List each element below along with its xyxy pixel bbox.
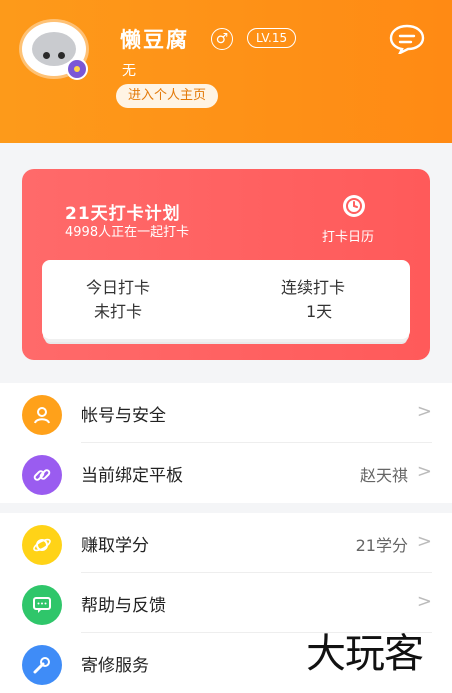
menu-label: 寄修服务	[81, 656, 149, 676]
user-icon	[22, 395, 62, 435]
menu-item-account-security[interactable]: 帐号与安全 >	[0, 383, 452, 443]
checkin-card[interactable]: 21天打卡计划 4998人正在一起打卡 打卡日历 今日打卡 未打卡 连续打卡 1…	[22, 169, 430, 360]
planet-icon	[22, 525, 62, 565]
menu-item-bound-tablet[interactable]: 当前绑定平板 赵天祺 >	[0, 443, 452, 503]
level-badge: LV.15	[247, 28, 297, 48]
link-icon	[22, 455, 62, 495]
checkin-stats-panel: 今日打卡 未打卡 连续打卡 1天	[42, 260, 410, 339]
chevron-right-icon: >	[416, 591, 432, 612]
bound-tablet-name: 赵天祺	[359, 466, 408, 485]
enter-profile-button[interactable]: 进入个人主页	[116, 84, 219, 108]
today-checkin-status: 未打卡	[94, 302, 143, 321]
menu-label: 赚取学分	[81, 536, 149, 556]
menu-label: 帐号与安全	[81, 406, 166, 426]
credits-value: 21学分	[355, 536, 408, 555]
streak-label: 连续打卡	[281, 278, 346, 297]
username: 懒豆腐	[120, 28, 189, 52]
chevron-right-icon: >	[416, 531, 432, 552]
profile-header: 懒豆腐 ♂ LV.15 无 进入个人主页	[0, 0, 452, 143]
checkin-calendar-link[interactable]: 打卡日历	[322, 226, 374, 245]
signature: 无	[122, 63, 136, 79]
chevron-right-icon: >	[416, 401, 432, 422]
today-checkin-label: 今日打卡	[86, 278, 151, 297]
male-icon: ♂	[211, 28, 233, 50]
message-icon	[22, 585, 62, 625]
clock-icon[interactable]	[342, 194, 366, 218]
chat-icon[interactable]	[389, 24, 425, 54]
watermark-logo: 大玩客	[306, 631, 424, 677]
checkin-participants: 4998人正在一起打卡	[65, 225, 190, 240]
menu-item-earn-credits[interactable]: 赚取学分 21学分 >	[0, 513, 452, 573]
menu-label: 当前绑定平板	[81, 466, 183, 486]
chevron-right-icon: >	[416, 461, 432, 482]
menu-label: 帮助与反馈	[81, 596, 166, 616]
medal-icon	[66, 58, 88, 80]
wrench-icon	[22, 645, 62, 685]
streak-value: 1天	[306, 302, 333, 321]
